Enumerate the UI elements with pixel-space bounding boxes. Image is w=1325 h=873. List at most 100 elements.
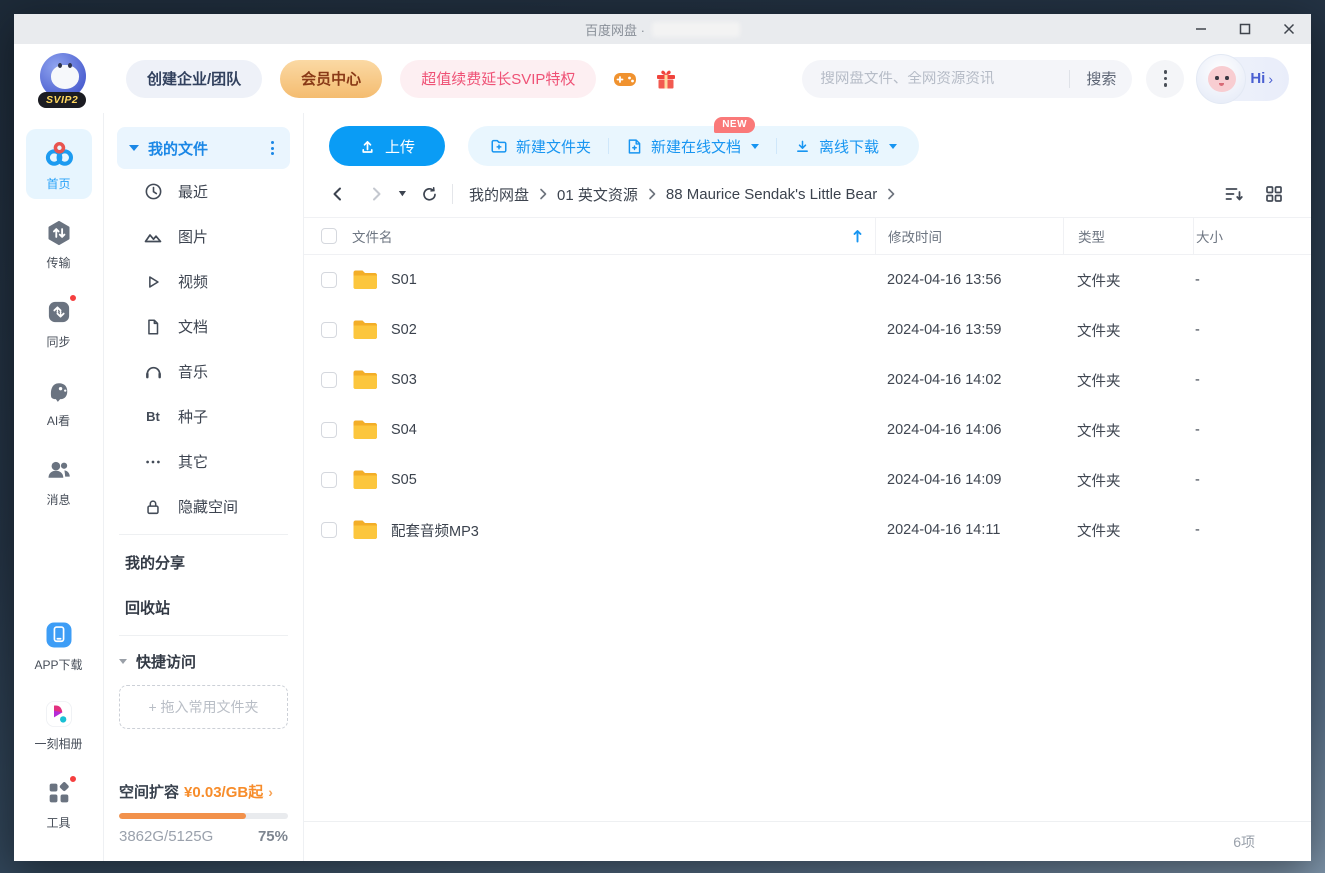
sidebar-item-my-shares[interactable]: 我的分享 [117, 540, 290, 585]
upload-button[interactable]: 上传 [329, 126, 445, 166]
caret-down-icon [889, 144, 897, 149]
bt-icon: Bt [143, 407, 163, 427]
file-name[interactable]: S01 [391, 272, 417, 288]
table-row[interactable]: S04 2024-04-16 14:06 文件夹 - [304, 405, 1311, 455]
rail-item-photos[interactable]: 一刻相册 [26, 689, 92, 759]
gift-icon[interactable] [654, 67, 678, 91]
sidebar-item-pictures[interactable]: 图片 [117, 214, 290, 259]
storage-section: 空间扩容 ¥0.03/GB起 › 3862G/5125G 75% [117, 771, 290, 861]
svip-renew-button[interactable]: 超值续费延长SVIP特权 [400, 60, 596, 98]
search-button[interactable]: 搜索 [1070, 68, 1132, 89]
rail-item-sync[interactable]: 同步 [26, 287, 92, 357]
game-icon[interactable] [612, 66, 638, 92]
row-checkbox[interactable] [321, 472, 337, 488]
minimize-button[interactable] [1179, 14, 1223, 44]
rail-item-tools[interactable]: 工具 [26, 768, 92, 838]
storage-percent-text: 75% [258, 828, 288, 845]
header: SVIP2 创建企业/团队 会员中心 超值续费延长SVIP特权 搜索 [14, 44, 1311, 113]
new-folder-button[interactable]: 新建文件夹 [490, 136, 591, 157]
file-size: - [1195, 422, 1200, 438]
row-checkbox[interactable] [321, 272, 337, 288]
upload-icon [359, 138, 376, 155]
sidebar-item-torrents[interactable]: Bt 种子 [117, 394, 290, 439]
drag-folder-dropzone[interactable]: + 拖入常用文件夹 [119, 685, 288, 729]
rail-item-app-download[interactable]: APP下载 [26, 610, 92, 680]
forward-button[interactable] [367, 185, 385, 203]
sidebar-item-my-files[interactable]: 我的文件 [117, 127, 290, 169]
breadcrumb-item[interactable]: 88 Maurice Sendak's Little Bear [666, 186, 877, 203]
breadcrumb-item[interactable]: 01 英文资源 [557, 184, 638, 205]
rail-item-home[interactable]: 首页 [26, 129, 92, 199]
back-button[interactable] [329, 185, 347, 203]
app-logo[interactable]: SVIP2 [38, 51, 94, 107]
rail-item-transfer[interactable]: 传输 [26, 208, 92, 278]
file-type: 文件夹 [1077, 520, 1121, 541]
offline-download-button[interactable]: 离线下载 [794, 136, 897, 157]
sidebar-item-videos[interactable]: 视频 [117, 259, 290, 304]
grid-view-icon[interactable] [1265, 185, 1283, 203]
image-icon [143, 227, 163, 247]
photos-app-icon [42, 697, 76, 731]
file-name[interactable]: S02 [391, 322, 417, 338]
file-size: - [1195, 522, 1200, 538]
folder-icon [352, 519, 378, 541]
clock-icon [143, 182, 163, 202]
new-online-doc-button[interactable]: NEW 新建在线文档 [626, 136, 759, 157]
file-type: 文件夹 [1077, 270, 1121, 291]
file-modified: 2024-04-16 14:02 [887, 372, 1002, 388]
file-name[interactable]: S04 [391, 422, 417, 438]
row-checkbox[interactable] [321, 422, 337, 438]
column-modified[interactable]: 修改时间 [888, 226, 942, 246]
column-size[interactable]: 大小 [1196, 226, 1223, 246]
close-button[interactable] [1267, 14, 1311, 44]
history-dropdown-icon[interactable] [398, 191, 407, 198]
sync-icon [42, 295, 76, 329]
breadcrumb-item[interactable]: 我的网盘 [469, 184, 529, 205]
column-type[interactable]: 类型 [1078, 226, 1105, 246]
maximize-button[interactable] [1223, 14, 1267, 44]
table-row[interactable]: S01 2024-04-16 13:56 文件夹 - [304, 255, 1311, 305]
sidebar-item-other[interactable]: 其它 [117, 439, 290, 484]
folder-icon [352, 319, 378, 341]
table-row[interactable]: S05 2024-04-16 14:09 文件夹 - [304, 455, 1311, 505]
storage-progress-fill [119, 813, 246, 819]
storage-expand-link[interactable]: 空间扩容 ¥0.03/GB起 › [119, 781, 288, 802]
refresh-icon[interactable] [421, 186, 438, 203]
create-team-button[interactable]: 创建企业/团队 [126, 60, 262, 98]
file-name[interactable]: 配套音频MP3 [391, 520, 479, 541]
row-checkbox[interactable] [321, 372, 337, 388]
sidebar-item-hidden-space[interactable]: 隐藏空间 [117, 484, 290, 529]
sidebar-item-documents[interactable]: 文档 [117, 304, 290, 349]
sidebar-section-quick-access[interactable]: 快捷访问 [117, 641, 290, 681]
folder-icon [352, 269, 378, 291]
file-name[interactable]: S03 [391, 372, 417, 388]
sort-ascending-icon[interactable] [852, 229, 863, 243]
file-type: 文件夹 [1077, 320, 1121, 341]
nav-rail: 首页 传输 同步 [14, 113, 104, 861]
app-window: 百度网盘 · [14, 14, 1311, 861]
rail-item-messages[interactable]: 消息 [26, 445, 92, 515]
sidebar-item-recent[interactable]: 最近 [117, 169, 290, 214]
search-input[interactable] [802, 71, 1069, 87]
row-checkbox[interactable] [321, 522, 337, 538]
my-files-more-icon[interactable] [267, 137, 278, 159]
toolbar-group: 新建文件夹 NEW 新建在线文档 离线下载 [468, 126, 919, 166]
sort-order-icon[interactable] [1224, 185, 1244, 203]
table-row[interactable]: S02 2024-04-16 13:59 文件夹 - [304, 305, 1311, 355]
divider [119, 534, 288, 535]
tools-icon [42, 776, 76, 810]
file-size: - [1195, 472, 1200, 488]
select-all-checkbox[interactable] [321, 228, 337, 244]
table-row[interactable]: S03 2024-04-16 14:02 文件夹 - [304, 355, 1311, 405]
row-checkbox[interactable] [321, 322, 337, 338]
member-center-button[interactable]: 会员中心 [280, 60, 382, 98]
file-type: 文件夹 [1077, 370, 1121, 391]
table-row[interactable]: 配套音频MP3 2024-04-16 14:11 文件夹 - [304, 505, 1311, 555]
sidebar-item-recycle-bin[interactable]: 回收站 [117, 585, 290, 630]
rail-item-ai-view[interactable]: AI看 [26, 366, 92, 436]
more-menu-icon[interactable] [1146, 60, 1184, 98]
column-name[interactable]: 文件名 [352, 226, 393, 246]
user-account-button[interactable]: Hi › [1198, 57, 1289, 101]
file-name[interactable]: S05 [391, 472, 417, 488]
sidebar-item-music[interactable]: 音乐 [117, 349, 290, 394]
